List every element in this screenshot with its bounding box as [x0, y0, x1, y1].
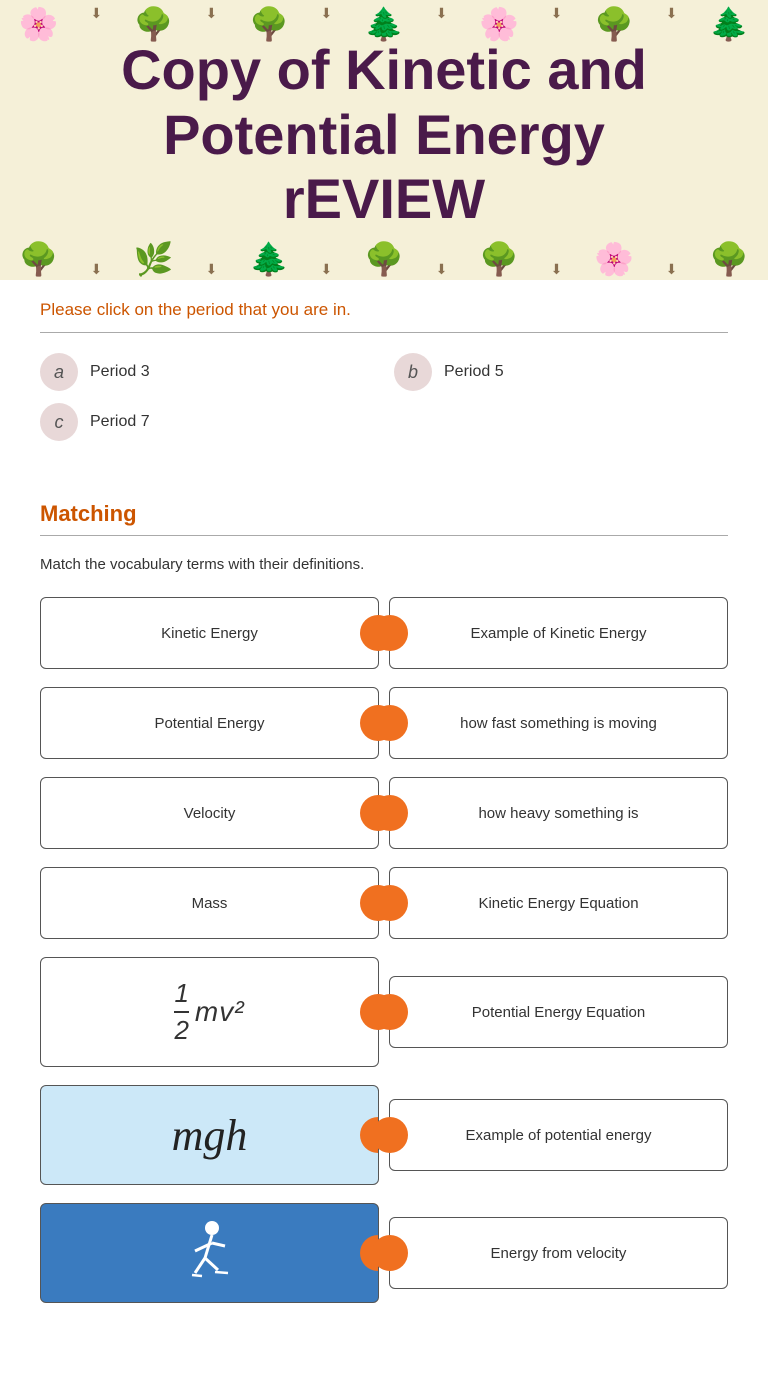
match-right-ke-equation: Kinetic Energy Equation — [389, 867, 728, 939]
page-title: Copy of Kinetic and Potential Energy rEV… — [80, 38, 688, 231]
tree-icon: 🌳 — [709, 240, 749, 278]
match-left-velocity: Velocity — [40, 777, 379, 849]
divider — [40, 332, 728, 333]
match-left-mgh: mgh — [40, 1085, 379, 1185]
match-row-1: Kinetic Energy Example of Kinetic Energy — [40, 597, 728, 669]
match-left-potential-energy: Potential Energy — [40, 687, 379, 759]
tree-icon: 🌳 — [479, 240, 519, 278]
divider-matching — [40, 535, 728, 536]
def-how-heavy[interactable]: how heavy something is — [389, 777, 728, 849]
option-badge-b: b — [394, 353, 432, 391]
period-prompt: Please click on the period that you are … — [40, 300, 728, 320]
matching-instruction: Match the vocabulary terms with their de… — [40, 556, 728, 573]
dot-left-how-heavy[interactable] — [372, 795, 408, 831]
tree-icon: 🌸 — [479, 5, 519, 43]
tree-icon: 🌳 — [249, 5, 289, 43]
tree-icon: 🌲 — [249, 240, 289, 278]
tree-icon: 🌸 — [594, 240, 634, 278]
dot-left-pe-equation[interactable] — [372, 994, 408, 1030]
term-velocity[interactable]: Velocity — [40, 777, 379, 849]
def-energy-from-velocity[interactable]: Energy from velocity — [389, 1217, 728, 1289]
bottom-tree-row: 🌳 ⬇ 🌿 ⬇ 🌲 ⬇ 🌳 ⬇ 🌳 ⬇ 🌸 ⬇ 🌳 — [0, 240, 768, 280]
def-example-kinetic-energy[interactable]: Example of Kinetic Energy — [389, 597, 728, 669]
tree-icon: 🌲 — [709, 5, 749, 43]
match-row-7: Energy from velocity — [40, 1203, 728, 1303]
dot-left-ke-equation[interactable] — [372, 885, 408, 921]
top-tree-row: 🌸 ⬇ 🌳 ⬇ 🌳 ⬇ 🌲 ⬇ 🌸 ⬇ 🌳 ⬇ 🌲 — [0, 0, 768, 43]
match-right-how-heavy: how heavy something is — [389, 777, 728, 849]
tree-icon: 🌳 — [134, 5, 174, 43]
option-badge-c: c — [40, 403, 78, 441]
dot-left-energy-velocity[interactable] — [372, 1235, 408, 1271]
term-mgh-formula[interactable]: mgh — [40, 1085, 379, 1185]
match-row-2: Potential Energy how fast something is m… — [40, 687, 728, 759]
period-5-option[interactable]: b Period 5 — [394, 353, 728, 391]
term-kinetic-energy[interactable]: Kinetic Energy — [40, 597, 379, 669]
matching-section: Matching Match the vocabulary terms with… — [0, 481, 768, 1341]
dot-left-example-pe[interactable] — [372, 1117, 408, 1153]
period-7-option[interactable]: c Period 7 — [40, 403, 374, 441]
period-section: Please click on the period that you are … — [0, 280, 768, 481]
period-options-grid: a Period 3 b Period 5 c Period 7 — [40, 353, 728, 441]
matching-title: Matching — [40, 501, 728, 527]
dot-left-how-fast[interactable] — [372, 705, 408, 741]
tree-icon: 🌲 — [364, 5, 404, 43]
tree-icon: 🌿 — [134, 240, 174, 278]
period-5-label: Period 5 — [444, 363, 504, 381]
match-right-example-pe: Example of potential energy — [389, 1099, 728, 1171]
tree-icon: 🌸 — [19, 5, 59, 43]
fraction-half: 1 2 — [174, 978, 188, 1046]
match-row-6: mgh Example of potential energy — [40, 1085, 728, 1185]
term-ke-formula[interactable]: 1 2 mv² — [40, 957, 379, 1067]
term-mass[interactable]: Mass — [40, 867, 379, 939]
match-row-3: Velocity how heavy something is — [40, 777, 728, 849]
def-example-pe[interactable]: Example of potential energy — [389, 1099, 728, 1171]
tree-icon: 🌳 — [364, 240, 404, 278]
mgh-text: mgh — [172, 1110, 248, 1161]
match-left-kinetic-energy: Kinetic Energy — [40, 597, 379, 669]
period-7-label: Period 7 — [90, 413, 150, 431]
option-badge-a: a — [40, 353, 78, 391]
match-left-ke-formula: 1 2 mv² — [40, 957, 379, 1067]
formula-mv2: mv² — [195, 996, 245, 1028]
tree-icon: 🌳 — [19, 240, 59, 278]
skier-icon — [180, 1218, 240, 1288]
term-skier-image[interactable] — [40, 1203, 379, 1303]
match-left-mass: Mass — [40, 867, 379, 939]
header-section: 🌸 ⬇ 🌳 ⬇ 🌳 ⬇ 🌲 ⬇ 🌸 ⬇ 🌳 ⬇ 🌲 Copy of Kineti… — [0, 0, 768, 280]
match-row-4: Mass Kinetic Energy Equation — [40, 867, 728, 939]
match-right-energy-velocity: Energy from velocity — [389, 1217, 728, 1289]
match-right-how-fast: how fast something is moving — [389, 687, 728, 759]
match-left-skier — [40, 1203, 379, 1303]
def-ke-equation[interactable]: Kinetic Energy Equation — [389, 867, 728, 939]
tree-icon: 🌳 — [594, 5, 634, 43]
term-potential-energy[interactable]: Potential Energy — [40, 687, 379, 759]
match-row-5: 1 2 mv² Potential Energy Equation — [40, 957, 728, 1067]
match-right-pe-equation: Potential Energy Equation — [389, 976, 728, 1048]
match-right-example-ke: Example of Kinetic Energy — [389, 597, 728, 669]
def-how-fast[interactable]: how fast something is moving — [389, 687, 728, 759]
dot-left-example-ke[interactable] — [372, 615, 408, 651]
def-pe-equation[interactable]: Potential Energy Equation — [389, 976, 728, 1048]
period-3-option[interactable]: a Period 3 — [40, 353, 374, 391]
period-3-label: Period 3 — [90, 363, 150, 381]
